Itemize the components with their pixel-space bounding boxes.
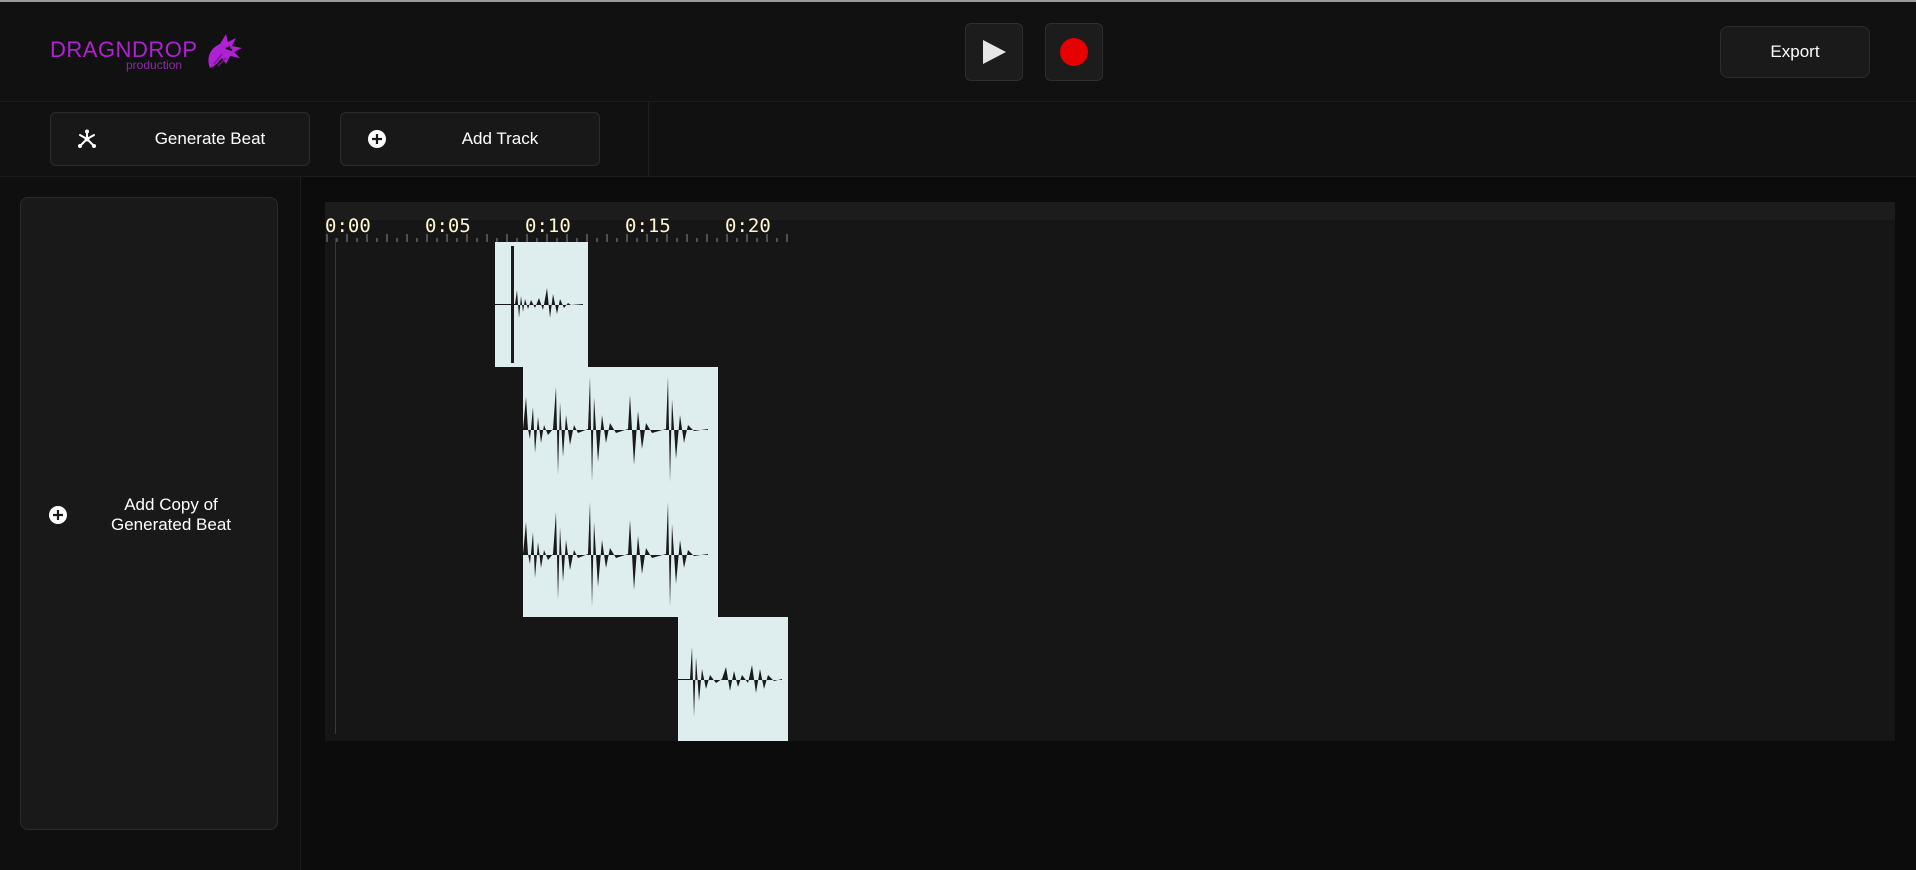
toolbar-divider xyxy=(648,102,649,176)
add-copy-label: Add Copy of Generated Beat xyxy=(91,495,251,535)
audio-clip-2[interactable] xyxy=(518,367,718,617)
audio-clip-1[interactable] xyxy=(495,242,588,367)
waveform-2 xyxy=(518,367,718,617)
play-icon xyxy=(983,40,1006,64)
plus-circle-icon xyxy=(368,130,386,148)
add-track-label: Add Track xyxy=(461,129,539,148)
generate-beat-label: Generate Beat xyxy=(154,129,266,148)
generate-beat-button[interactable]: Generate Beat xyxy=(50,112,310,166)
waveform-3 xyxy=(678,617,788,741)
logo-subtitle: production xyxy=(126,58,183,72)
app-logo[interactable]: DRAGNDROP production xyxy=(50,28,250,78)
audio-clip-3[interactable] xyxy=(678,617,788,741)
track-timeline[interactable]: 0:00 0:05 0:10 0:15 0:20 xyxy=(325,202,1895,741)
play-button[interactable] xyxy=(965,23,1023,81)
dragon-logo-icon xyxy=(208,34,242,68)
waveform-1 xyxy=(495,242,588,367)
sidebar: Add Copy of Generated Beat xyxy=(0,177,301,870)
export-button[interactable]: Export xyxy=(1720,26,1870,78)
record-button[interactable] xyxy=(1045,23,1103,81)
add-copy-label-line1: Add Copy of xyxy=(124,495,218,514)
sparkle-icon xyxy=(78,129,96,148)
toolbar: Generate Beat Add Track xyxy=(0,102,1916,177)
add-track-button[interactable]: Add Track xyxy=(340,112,600,166)
add-copy-of-generated-beat-button[interactable]: Add Copy of Generated Beat xyxy=(20,197,278,830)
playhead-line[interactable] xyxy=(335,238,336,734)
app-header: DRAGNDROP production Export xyxy=(0,2,1916,102)
record-icon xyxy=(1060,38,1088,66)
plus-circle-icon xyxy=(49,506,67,524)
add-copy-label-line2: Generated Beat xyxy=(110,515,232,534)
